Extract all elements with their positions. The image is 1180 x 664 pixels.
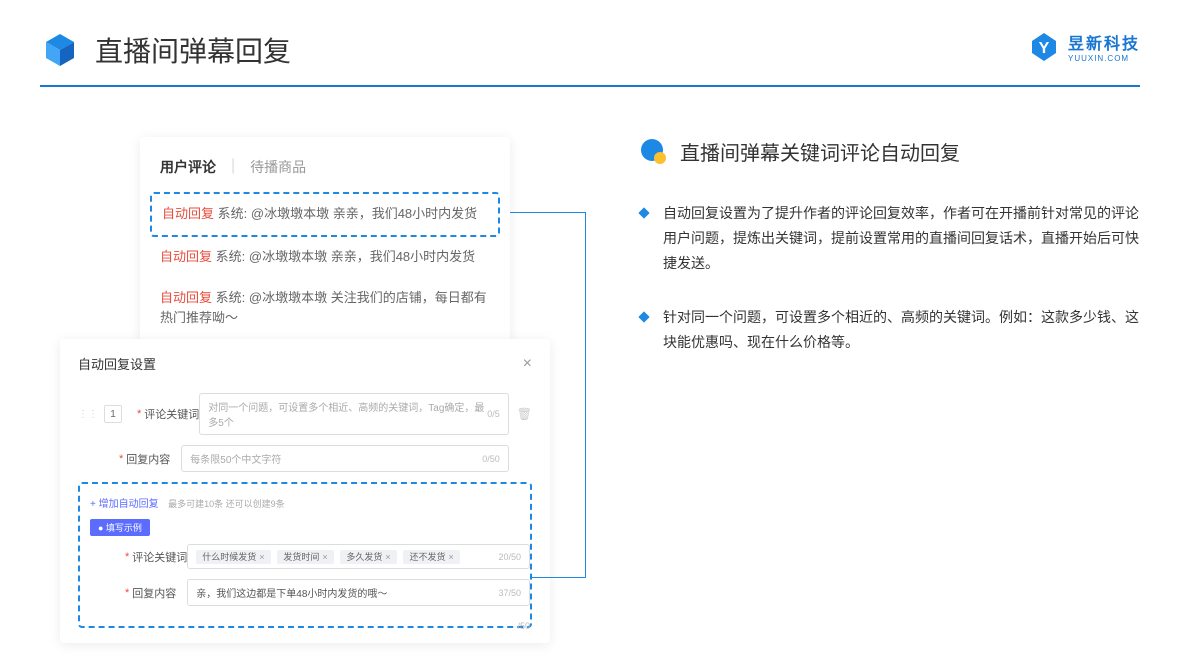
settings-title: 自动回复设置 <box>78 354 156 373</box>
brand-logo: Y 昱新科技 YUUXIN.COM <box>1028 30 1140 63</box>
svg-text:Y: Y <box>1039 40 1050 57</box>
add-auto-reply-link[interactable]: + 增加自动回复 <box>90 495 159 510</box>
close-icon[interactable]: × <box>523 355 532 373</box>
diamond-icon <box>638 207 649 218</box>
bullet-text: 针对同一个问题，可设置多个相近的、高频的关键词。例如：这款多少钱、这块能优惠吗、… <box>663 305 1140 355</box>
tabs: 用户评论 | 待播商品 <box>140 157 510 192</box>
auto-reply-tag: 自动回复 <box>162 206 214 221</box>
ex-content-input[interactable]: 亲，我们这边都是下单48小时内发货的哦～ 37/50 <box>187 579 530 606</box>
extra-count: /50 <box>517 621 530 631</box>
form-row-content: * 回复内容 每条限50个中文字符 0/50 🗑 <box>78 445 532 472</box>
bullet-text: 自动回复设置为了提升作者的评论回复效率，作者可在开播前针对常见的评论用户问题，提… <box>663 201 1140 277</box>
example-content-row: * 回复内容 亲，我们这边都是下单48小时内发货的哦～ 37/50 <box>80 579 530 606</box>
tag-chip[interactable]: 还不发货× <box>403 550 459 564</box>
comments-panel: 用户评论 | 待播商品 自动回复 系统: @冰墩墩本墩 亲亲，我们48小时内发货… <box>140 137 510 369</box>
row-number: 1 <box>104 405 122 423</box>
content-input[interactable]: 每条限50个中文字符 0/50 <box>181 445 508 472</box>
comment-item: 自动回复 系统: @冰墩墩本墩 关注我们的店铺，每日都有热门推荐呦～ <box>140 278 510 340</box>
tag-chip[interactable]: 发货时间× <box>277 550 333 564</box>
tab-pending-products[interactable]: 待播商品 <box>250 157 306 177</box>
keyword-input[interactable]: 对同一个问题，可设置多个相近、高频的关键词，Tag确定，最多5个 0/5 <box>199 393 508 435</box>
auto-reply-tag: 自动回复 <box>160 290 212 305</box>
section-heading: 直播间弹幕关键词评论自动回复 <box>640 137 1140 166</box>
keyword-label: 评论关键词 <box>144 406 199 422</box>
tab-divider: | <box>231 157 235 177</box>
diamond-icon <box>638 311 649 322</box>
example-box: + 增加自动回复 最多可建10条 还可以创建9条 ● 填写示例 * 评论关键词 … <box>78 482 532 628</box>
ex-content-count: 37/50 <box>498 588 521 598</box>
page-title: 直播间弹幕回复 <box>95 30 291 70</box>
comment-item: 自动回复 系统: @冰墩墩本墩 亲亲，我们48小时内发货 <box>140 237 510 278</box>
drag-handle-icon[interactable]: ⋮⋮ <box>78 409 98 420</box>
connector-line-h2 <box>532 577 586 578</box>
connector-line <box>510 212 585 213</box>
content-label: 回复内容 <box>126 451 181 467</box>
auto-reply-tag: 自动回复 <box>160 249 212 264</box>
content-count: 0/50 <box>482 454 500 464</box>
example-badge: ● 填写示例 <box>90 519 150 536</box>
slide-header: 直播间弹幕回复 Y 昱新科技 YUUXIN.COM <box>0 0 1180 85</box>
example-keyword-row: * 评论关键词 什么时候发货× 发货时间× 多久发货× 还不发货× 20/50 <box>80 544 530 569</box>
ex-keyword-label: 评论关键词 <box>132 549 187 565</box>
bullet-item: 针对同一个问题，可设置多个相近的、高频的关键词。例如：这款多少钱、这块能优惠吗、… <box>640 305 1140 355</box>
logo-icon: Y <box>1028 31 1060 63</box>
tag-chip[interactable]: 什么时候发货× <box>196 550 270 564</box>
tag-chip[interactable]: 多久发货× <box>340 550 396 564</box>
bullet-item: 自动回复设置为了提升作者的评论回复效率，作者可在开播前针对常见的评论用户问题，提… <box>640 201 1140 277</box>
ex-keyword-count: 20/50 <box>498 552 521 562</box>
comment-item-highlighted: 自动回复 系统: @冰墩墩本墩 亲亲，我们48小时内发货 <box>150 192 500 237</box>
delete-icon[interactable]: 🗑 <box>517 407 532 421</box>
add-hint: 最多可建10条 还可以创建9条 <box>168 499 285 509</box>
section-title: 直播间弹幕关键词评论自动回复 <box>680 137 960 166</box>
keyword-count: 0/5 <box>487 409 500 419</box>
ex-keyword-input[interactable]: 什么时候发货× 发货时间× 多久发货× 还不发货× 20/50 <box>187 544 530 569</box>
required-star: * <box>119 453 123 465</box>
connector-line-v <box>585 212 586 577</box>
description-column: 直播间弹幕关键词评论自动回复 自动回复设置为了提升作者的评论回复效率，作者可在开… <box>580 137 1140 643</box>
tab-user-comments[interactable]: 用户评论 <box>160 157 216 177</box>
screenshot-column: 用户评论 | 待播商品 自动回复 系统: @冰墩墩本墩 亲亲，我们48小时内发货… <box>60 137 580 643</box>
required-star: * <box>137 408 141 420</box>
ex-content-label: 回复内容 <box>132 585 187 601</box>
logo-name: 昱新科技 <box>1068 30 1140 54</box>
logo-subtitle: YUUXIN.COM <box>1068 54 1140 63</box>
cube-icon <box>40 30 80 70</box>
chat-bubble-icon <box>640 138 668 166</box>
auto-reply-settings-panel: 自动回复设置 × ⋮⋮ 1 * 评论关键词 对同一个问题，可设置多个相近、高频的… <box>60 339 550 643</box>
form-row-keyword: ⋮⋮ 1 * 评论关键词 对同一个问题，可设置多个相近、高频的关键词，Tag确定… <box>78 393 532 435</box>
